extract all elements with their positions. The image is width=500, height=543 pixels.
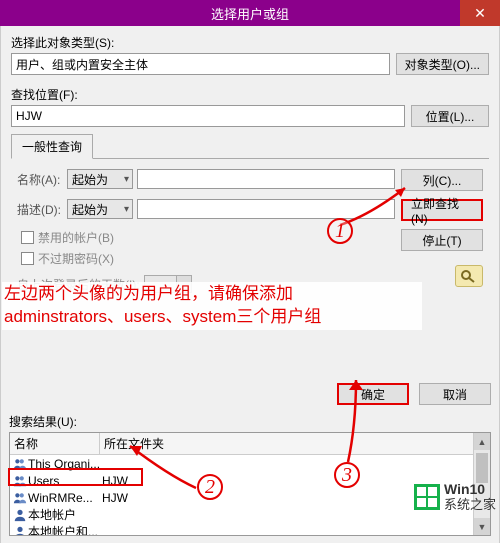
disabled-accounts-checkbox[interactable]: 禁用的帐户(B) (21, 229, 395, 246)
dialog-buttons: 确定 取消 (0, 379, 500, 411)
results-header: 名称 所在文件夹 (10, 433, 490, 455)
checkbox-icon (21, 231, 34, 244)
columns-button-label: 列(C)... (423, 172, 462, 189)
cancel-button[interactable]: 取消 (419, 383, 491, 405)
find-now-button[interactable]: 立即查找(N) (401, 199, 483, 221)
desc-label: 描述(D): (17, 201, 63, 218)
name-input[interactable] (137, 169, 395, 189)
results-label: 搜索结果(U): (9, 413, 491, 430)
row-name: This Organi... (28, 457, 102, 471)
user-icon (12, 508, 28, 522)
row-name: Users (28, 474, 102, 488)
col-name-header[interactable]: 名称 (10, 433, 100, 454)
stop-button-label: 停止(T) (422, 232, 461, 249)
days-since-logon-label: 自上次登录后的天数(I): (17, 276, 140, 293)
table-row[interactable]: 本地帐户和... (10, 523, 490, 536)
group-icon (12, 491, 28, 505)
scroll-thumb[interactable] (476, 453, 488, 483)
object-type-value: 用户、组或内置安全主体 (16, 56, 148, 73)
name-mode-value: 起始为 (72, 171, 108, 188)
user-icon (12, 525, 28, 537)
scroll-up-icon[interactable]: ▲ (474, 433, 490, 450)
tab-general-query[interactable]: 一般性查询 (11, 134, 93, 159)
search-decor-icon (455, 265, 483, 287)
find-now-button-label: 立即查找(N) (411, 195, 473, 226)
object-types-button-label: 对象类型(O)... (405, 56, 480, 73)
desc-input[interactable] (137, 199, 395, 219)
ok-button[interactable]: 确定 (337, 383, 409, 405)
stop-button[interactable]: 停止(T) (401, 229, 483, 251)
cancel-button-label: 取消 (443, 386, 467, 403)
ok-button-label: 确定 (361, 386, 385, 403)
group-icon (12, 474, 28, 488)
columns-button[interactable]: 列(C)... (401, 169, 483, 191)
watermark-text: Win10系统之家 (444, 482, 496, 512)
results-section: 搜索结果(U): 名称 所在文件夹 This Organi...UsersHJW… (0, 411, 500, 543)
nonexpiring-password-label: 不过期密码(X) (38, 250, 114, 267)
name-label: 名称(A): (17, 171, 63, 188)
location-field: HJW (11, 105, 405, 127)
locations-button-label: 位置(L)... (426, 108, 475, 125)
row-name: 本地帐户和... (28, 523, 102, 536)
close-icon: ✕ (474, 5, 486, 22)
col-folder-header[interactable]: 所在文件夹 (100, 433, 490, 454)
row-name: WinRMRe... (28, 491, 102, 505)
desc-mode-value: 起始为 (72, 201, 108, 218)
window-title: 选择用户或组 (0, 4, 500, 23)
tab-general-label: 一般性查询 (22, 140, 82, 154)
query-panel-right: 列(C)... 立即查找(N) 停止(T) (395, 169, 483, 293)
locations-button[interactable]: 位置(L)... (411, 105, 489, 127)
query-panel-left: 名称(A): 起始为 ▾ 描述(D): 起始为 ▾ 禁用的帐户(B) (17, 169, 395, 293)
object-type-label: 选择此对象类型(S): (11, 34, 489, 51)
chevron-down-icon: ▾ (124, 204, 129, 215)
nonexpiring-password-checkbox[interactable]: 不过期密码(X) (21, 250, 395, 267)
tab-strip: 一般性查询 (11, 133, 489, 159)
watermark: Win10系统之家 (414, 482, 496, 512)
days-since-logon-spinner[interactable] (144, 275, 192, 293)
query-panel: 名称(A): 起始为 ▾ 描述(D): 起始为 ▾ 禁用的帐户(B) (11, 159, 489, 295)
name-mode-dropdown[interactable]: 起始为 ▾ (67, 169, 133, 189)
dialog-body: 选择此对象类型(S): 用户、组或内置安全主体 对象类型(O)... 查找位置(… (0, 26, 500, 379)
location-value: HJW (16, 109, 42, 123)
desc-mode-dropdown[interactable]: 起始为 ▾ (67, 199, 133, 219)
table-row[interactable]: This Organi... (10, 455, 490, 472)
location-label: 查找位置(F): (11, 86, 489, 103)
scroll-down-icon[interactable]: ▼ (474, 518, 490, 535)
object-type-field: 用户、组或内置安全主体 (11, 53, 390, 75)
titlebar: 选择用户或组 ✕ (0, 0, 500, 26)
disabled-accounts-label: 禁用的帐户(B) (38, 229, 114, 246)
object-types-button[interactable]: 对象类型(O)... (396, 53, 489, 75)
watermark-logo-icon (414, 484, 440, 510)
group-icon (12, 457, 28, 471)
chevron-down-icon: ▾ (124, 174, 129, 185)
row-name: 本地帐户 (28, 506, 102, 523)
close-button[interactable]: ✕ (460, 0, 500, 26)
checkbox-icon (21, 252, 34, 265)
